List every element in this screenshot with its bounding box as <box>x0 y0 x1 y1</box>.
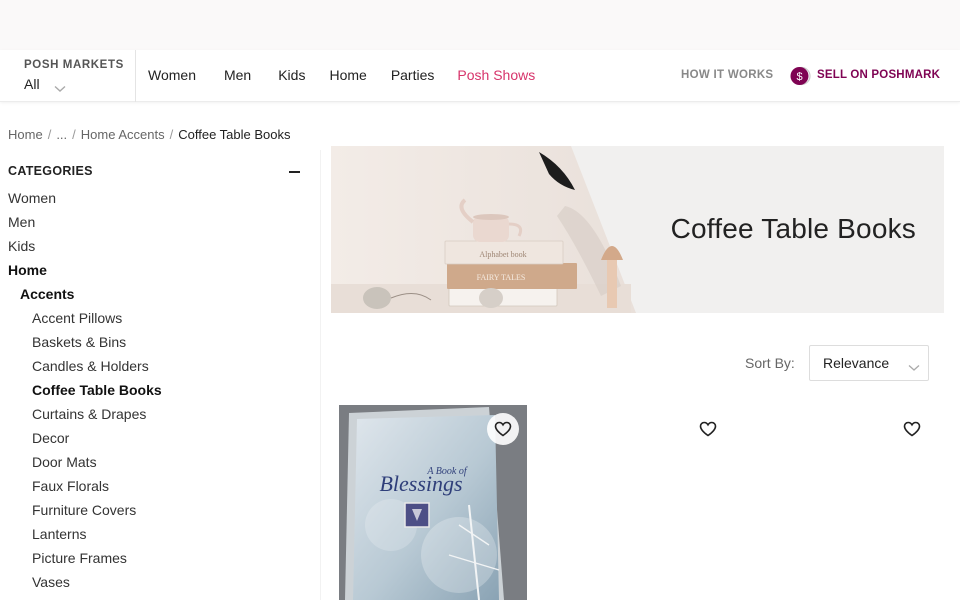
top-banner <box>0 0 960 50</box>
nav-parties[interactable]: Parties <box>391 67 435 83</box>
minus-icon[interactable] <box>289 171 300 173</box>
heart-icon[interactable] <box>692 413 724 445</box>
dollar-coin-icon[interactable]: $ <box>790 66 811 86</box>
chevron-down-icon <box>908 359 920 377</box>
category-item-men[interactable]: Men <box>8 210 308 234</box>
book-cover-title: Blessings <box>379 471 462 496</box>
product-card[interactable]: A Book of Blessings <box>339 405 527 600</box>
category-item-lanterns[interactable]: Lanterns <box>8 522 308 546</box>
category-title: Coffee Table Books <box>670 213 916 244</box>
breadcrumb-home-accents[interactable]: Home Accents <box>81 127 165 142</box>
market-value: All <box>24 76 40 92</box>
product-card[interactable] <box>748 405 936 600</box>
category-item-accents[interactable]: Accents <box>8 282 308 306</box>
categories-title: CATEGORIES <box>8 164 93 178</box>
sort-by-label: Sort By: <box>745 355 795 371</box>
how-it-works-link[interactable]: HOW IT WORKS <box>681 69 773 81</box>
category-item-furniture-covers[interactable]: Furniture Covers <box>8 498 308 522</box>
category-item-coffee-table-books[interactable]: Coffee Table Books <box>8 378 308 402</box>
breadcrumb-separator: / <box>47 127 52 142</box>
categories-header[interactable]: CATEGORIES <box>8 164 300 178</box>
nav-men[interactable]: Men <box>224 67 251 83</box>
product-card[interactable] <box>544 405 732 600</box>
nav-posh-shows[interactable]: Posh Shows <box>457 67 535 83</box>
breadcrumb-current: Coffee Table Books <box>178 127 291 142</box>
breadcrumb-separator: / <box>169 127 174 142</box>
breadcrumb: Home /... / Home Accents / Coffee Table Books <box>8 127 291 142</box>
heart-icon[interactable] <box>896 413 928 445</box>
category-item-home[interactable]: Home <box>8 258 308 282</box>
book-label-alphabet: Alphabet book <box>479 250 526 259</box>
sort-value: Relevance <box>823 355 890 371</box>
nav-links: Women Men Kids Home Parties Posh Shows <box>148 67 535 83</box>
sort-select[interactable]: Relevance <box>809 345 929 381</box>
category-item-kids[interactable]: Kids <box>8 234 308 258</box>
chevron-down-icon <box>54 80 66 98</box>
category-list: Women Men Kids Home Accents Accent Pillows Bas… <box>8 186 308 594</box>
category-item-curtains-drapes[interactable]: Curtains & Drapes <box>8 402 308 426</box>
category-item-candles-holders[interactable]: Candles & Holders <box>8 354 308 378</box>
sell-on-poshmark-link[interactable]: SELL ON POSHMARK <box>817 69 940 81</box>
breadcrumb-home[interactable]: Home <box>8 127 43 142</box>
category-item-picture-frames[interactable]: Picture Frames <box>8 546 308 570</box>
breadcrumb-separator: / <box>72 127 76 142</box>
nav-home[interactable]: Home <box>329 67 366 83</box>
breadcrumb-ellipsis[interactable]: ... <box>56 127 67 142</box>
category-hero-banner: FAIRY TALES Alphabet book Coffee Table B… <box>331 146 944 313</box>
nav-kids[interactable]: Kids <box>278 67 305 83</box>
posh-market-selector[interactable]: POSH MARKETS All <box>0 50 136 102</box>
main-navbar: POSH MARKETS All Women Men Kids Home Par… <box>0 50 960 102</box>
book-label-fairy-tales: FAIRY TALES <box>477 273 526 282</box>
market-label: POSH MARKETS <box>24 59 124 71</box>
category-item-faux-florals[interactable]: Faux Florals <box>8 474 308 498</box>
category-item-accent-pillows[interactable]: Accent Pillows <box>8 306 308 330</box>
sidebar-divider <box>320 150 321 600</box>
category-item-women[interactable]: Women <box>8 186 308 210</box>
category-item-door-mats[interactable]: Door Mats <box>8 450 308 474</box>
svg-text:$: $ <box>796 71 802 83</box>
category-item-vases[interactable]: Vases <box>8 570 308 594</box>
heart-icon[interactable] <box>487 413 519 445</box>
category-item-decor[interactable]: Decor <box>8 426 308 450</box>
category-item-baskets-bins[interactable]: Baskets & Bins <box>8 330 308 354</box>
nav-women[interactable]: Women <box>148 67 196 83</box>
